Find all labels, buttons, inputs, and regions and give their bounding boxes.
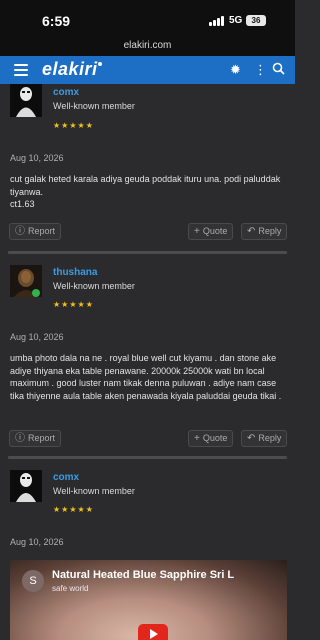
status-bar: 6:59 5G 36	[0, 0, 295, 36]
reply-icon: ↶	[247, 433, 256, 444]
report-button[interactable]: ⓘ Report	[9, 430, 62, 447]
embedded-video[interactable]: S Natural Heated Blue Sapphire Sri L saf…	[10, 560, 287, 640]
quote-button[interactable]: + Quote	[188, 430, 234, 447]
status-time: 6:59	[42, 13, 71, 29]
report-icon: ⓘ	[15, 433, 25, 444]
report-icon: ⓘ	[15, 226, 25, 237]
avatar[interactable]	[10, 470, 42, 502]
username[interactable]: comx	[53, 87, 79, 98]
post-date[interactable]: Aug 10, 2026	[10, 332, 64, 342]
video-title[interactable]: Natural Heated Blue Sapphire Sri L	[52, 569, 234, 581]
signal-icon	[209, 16, 224, 26]
quote-icon: +	[194, 226, 200, 237]
theme-toggle-icon[interactable]: ✹	[230, 62, 241, 78]
quote-button[interactable]: + Quote	[188, 223, 234, 240]
user-rating-stars: ★★★★★	[53, 300, 94, 309]
channel-avatar[interactable]: S	[22, 570, 44, 592]
report-button[interactable]: ⓘ Report	[9, 223, 62, 240]
post-divider	[8, 456, 287, 459]
network-label: 5G	[229, 15, 243, 26]
play-icon[interactable]	[138, 624, 168, 640]
search-icon[interactable]	[272, 62, 285, 79]
avatar[interactable]	[10, 265, 42, 297]
site-logo[interactable]: elakiri	[42, 59, 102, 80]
more-options-icon[interactable]: ⋮	[254, 62, 267, 78]
user-title: Well-known member	[53, 281, 135, 291]
reply-button[interactable]: ↶ Reply	[241, 430, 288, 447]
username[interactable]: comx	[53, 472, 79, 483]
username[interactable]: thushana	[53, 267, 97, 278]
post-content: cut galak heted karala adiya geuda podda…	[10, 174, 281, 209]
post-divider	[8, 251, 287, 254]
user-title: Well-known member	[53, 486, 135, 496]
post-content: umba photo dala na ne . royal blue well …	[10, 353, 282, 401]
post-date[interactable]: Aug 10, 2026	[10, 153, 64, 163]
user-title: Well-known member	[53, 101, 135, 111]
quote-icon: +	[194, 433, 200, 444]
avatar[interactable]	[10, 84, 42, 117]
post-comx-1: comx Well-known member ★★★★★ Aug 10, 202…	[0, 84, 295, 254]
reply-button[interactable]: ↶ Reply	[241, 223, 288, 240]
user-rating-stars: ★★★★★	[53, 121, 94, 130]
battery-icon: 36	[246, 15, 266, 26]
user-rating-stars: ★★★★★	[53, 505, 94, 514]
site-header: elakiri ✹ ⋮	[0, 56, 295, 84]
url-bar[interactable]: elakiri.com	[0, 36, 295, 56]
logo-text: elakiri	[42, 59, 98, 79]
post-thushana: thushana Well-known member ★★★★★ Aug 10,…	[0, 265, 295, 455]
post-date[interactable]: Aug 10, 2026	[10, 537, 64, 547]
menu-icon[interactable]	[14, 64, 28, 76]
video-channel[interactable]: safe world	[52, 584, 88, 593]
reply-icon: ↶	[247, 226, 256, 237]
